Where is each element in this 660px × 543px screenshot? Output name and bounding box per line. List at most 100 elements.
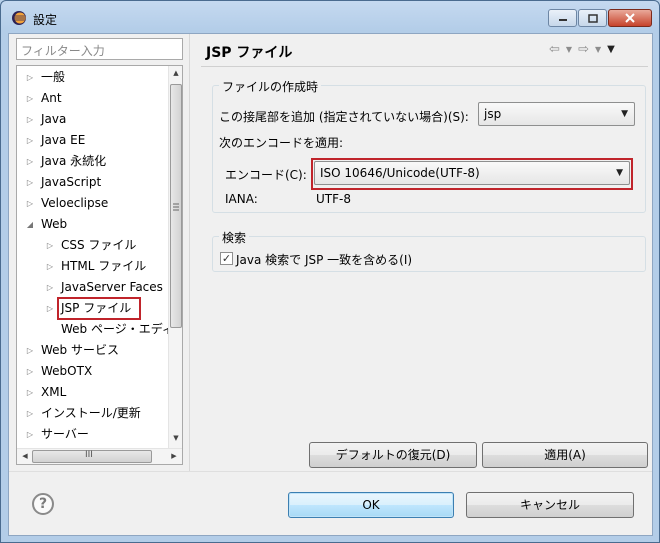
tree-item-label: Java xyxy=(41,112,67,126)
jsp-search-checkbox-label[interactable]: Java 検索で JSP 一致を含める(I) xyxy=(236,251,412,268)
tree-collapsed-icon[interactable]: ▷ xyxy=(25,403,35,424)
tree-vertical-scroll-thumb[interactable] xyxy=(170,84,182,328)
scroll-up-arrow-icon[interactable]: ▲ xyxy=(169,69,182,77)
suffix-label: この接尾部を追加 (指定されていない場合)(S): xyxy=(219,110,469,124)
title-bar[interactable]: 設定 xyxy=(1,1,659,33)
grip-label: III xyxy=(85,450,93,460)
tree-item[interactable]: ▷ WebOTX xyxy=(17,361,167,382)
tree-collapsed-icon[interactable]: ▷ xyxy=(25,172,35,193)
tree-item[interactable]: ▷ Web サービス xyxy=(17,340,167,361)
suffix-combo-value: jsp xyxy=(484,107,502,121)
tree-item-label: インストール/更新 xyxy=(41,406,141,420)
tree-item-label: HTML ファイル xyxy=(61,259,147,273)
tree-item[interactable]: ▷ インストール/更新 xyxy=(17,403,167,424)
maximize-button[interactable] xyxy=(578,9,607,27)
tree-item[interactable]: ▷ HTML ファイル xyxy=(17,256,167,277)
iana-value: UTF-8 xyxy=(316,192,351,206)
scroll-left-arrow-icon[interactable]: ◀ xyxy=(18,452,32,460)
cancel-button[interactable]: キャンセル xyxy=(466,492,634,518)
tree-horizontal-scrollbar[interactable]: ◀ III ▶ xyxy=(17,448,182,464)
title-separator xyxy=(201,66,648,67)
tree-collapsed-icon[interactable]: ▷ xyxy=(25,340,35,361)
tree-item-label: CSS ファイル xyxy=(61,238,137,252)
tree-item-label: Web サービス xyxy=(41,343,119,357)
tree-collapsed-icon[interactable]: ▷ xyxy=(25,151,35,172)
tree-item[interactable]: ▷ 一般 xyxy=(17,67,167,88)
tree-collapsed-icon[interactable]: ▷ xyxy=(25,88,35,109)
scroll-right-arrow-icon[interactable]: ▶ xyxy=(167,452,181,460)
tree-vertical-scrollbar[interactable]: ▲ ▼ xyxy=(168,66,182,448)
back-arrow-icon[interactable]: ⇦ xyxy=(549,42,560,58)
page-title: JSP ファイル xyxy=(206,45,293,61)
tree-item[interactable]: ▷ Ant xyxy=(17,88,167,109)
history-nav: ⇦ ▼ ⇨ ▼ ▼ xyxy=(549,42,615,58)
forward-menu-chevron-icon[interactable]: ▼ xyxy=(595,42,601,58)
tree-collapsed-icon[interactable]: ▷ xyxy=(25,67,35,88)
selected-item-highlight xyxy=(57,297,141,320)
tree-item-label: JavaServer Faces xyxy=(61,280,163,294)
tree-item[interactable]: ▷ Veloeclipse xyxy=(17,193,167,214)
tree-collapsed-icon[interactable]: ▷ xyxy=(45,256,55,277)
restore-defaults-button[interactable]: デフォルトの復元(D) xyxy=(309,442,477,468)
tree-item-label: Java 永続化 xyxy=(41,154,107,168)
dialog-button-bar: ? OK キャンセル xyxy=(9,471,652,535)
check-icon: ✓ xyxy=(221,252,232,265)
tree-item[interactable]: ▷ XML xyxy=(17,382,167,403)
scroll-down-arrow-icon[interactable]: ▼ xyxy=(169,434,182,442)
tree-collapsed-icon[interactable]: ▷ xyxy=(25,130,35,151)
tree-collapsed-icon[interactable]: ▷ xyxy=(25,361,35,382)
tree-item-label: Ant xyxy=(41,91,62,105)
tree-item-label: サーバー xyxy=(41,427,89,441)
back-menu-chevron-icon[interactable]: ▼ xyxy=(566,42,572,58)
forward-arrow-icon[interactable]: ⇨ xyxy=(578,42,589,58)
tree-expanded-icon[interactable]: ◢ xyxy=(25,214,35,235)
apply-button[interactable]: 適用(A) xyxy=(482,442,648,468)
tree-item[interactable]: ▷ Java EE xyxy=(17,130,167,151)
eclipse-icon xyxy=(11,10,27,26)
tree-item-label: Java EE xyxy=(41,133,86,147)
window-title: 設定 xyxy=(33,13,58,27)
suffix-combo[interactable]: jsp ▼ xyxy=(478,102,635,126)
iana-label: IANA: xyxy=(225,192,258,206)
tree-collapsed-icon[interactable]: ▷ xyxy=(45,298,55,319)
tree-item-label: WebOTX xyxy=(41,364,93,378)
tree-horizontal-scroll-thumb[interactable]: III xyxy=(32,450,152,463)
preference-tree[interactable]: ▷チーム▷サーバー▷インストール/更新▷XML▷WebOTX▷Web サービスW… xyxy=(16,65,183,465)
panel-splitter[interactable] xyxy=(189,34,190,471)
tree-collapsed-icon[interactable]: ▷ xyxy=(45,277,55,298)
filter-input[interactable]: フィルター入力 xyxy=(16,38,183,60)
ok-button[interactable]: OK xyxy=(288,492,454,518)
search-group-label: 検索 xyxy=(219,229,250,246)
tree-item[interactable]: ▷ JavaScript xyxy=(17,172,167,193)
tree-item[interactable]: ▷ CSS ファイル xyxy=(17,235,167,256)
grip-icon xyxy=(173,203,179,211)
file-creation-group-label: ファイルの作成時 xyxy=(219,78,322,95)
minimize-button[interactable] xyxy=(548,9,577,27)
tree-item-label: Veloeclipse xyxy=(41,196,109,210)
jsp-search-checkbox[interactable]: ✓ xyxy=(220,252,233,265)
view-menu-icon[interactable]: ▼ xyxy=(607,42,615,58)
tree-item-label: XML xyxy=(41,385,67,399)
tree-item[interactable]: ▷ Java xyxy=(17,109,167,130)
close-button[interactable] xyxy=(608,9,652,27)
tree-item[interactable]: Web ページ・エディ xyxy=(17,319,174,340)
tree-item[interactable]: ▷ JSP ファイル xyxy=(17,297,167,320)
dialog-body: フィルター入力 ▷チーム▷サーバー▷インストール/更新▷XML▷WebOTX▷W… xyxy=(8,33,653,536)
tree-item[interactable]: ◢ Web xyxy=(17,214,167,235)
tree-collapsed-icon[interactable]: ▷ xyxy=(25,424,35,445)
tree-collapsed-icon[interactable]: ▷ xyxy=(25,109,35,130)
maximize-icon xyxy=(587,13,598,23)
tree-item[interactable]: ▷ サーバー xyxy=(17,424,167,445)
chevron-down-icon: ▼ xyxy=(616,168,623,178)
tree-item[interactable]: ▷ Java 永続化 xyxy=(17,151,167,172)
tree-collapsed-icon[interactable]: ▷ xyxy=(45,235,55,256)
encoding-combo[interactable]: ISO 10646/Unicode(UTF-8) ▼ xyxy=(314,161,630,185)
tree-item[interactable]: ▷ JavaServer Faces xyxy=(17,277,167,298)
chevron-down-icon: ▼ xyxy=(621,109,628,119)
encoding-combo-value: ISO 10646/Unicode(UTF-8) xyxy=(320,166,480,180)
tree-collapsed-icon[interactable]: ▷ xyxy=(25,193,35,214)
preferences-window: 設定 フィルター入力 ▷チーム▷サーバー▷インストール/更新▷XML▷WebOT… xyxy=(0,0,660,543)
tree-item-label: JavaScript xyxy=(41,175,102,189)
help-icon[interactable]: ? xyxy=(32,493,54,515)
tree-collapsed-icon[interactable]: ▷ xyxy=(25,382,35,403)
